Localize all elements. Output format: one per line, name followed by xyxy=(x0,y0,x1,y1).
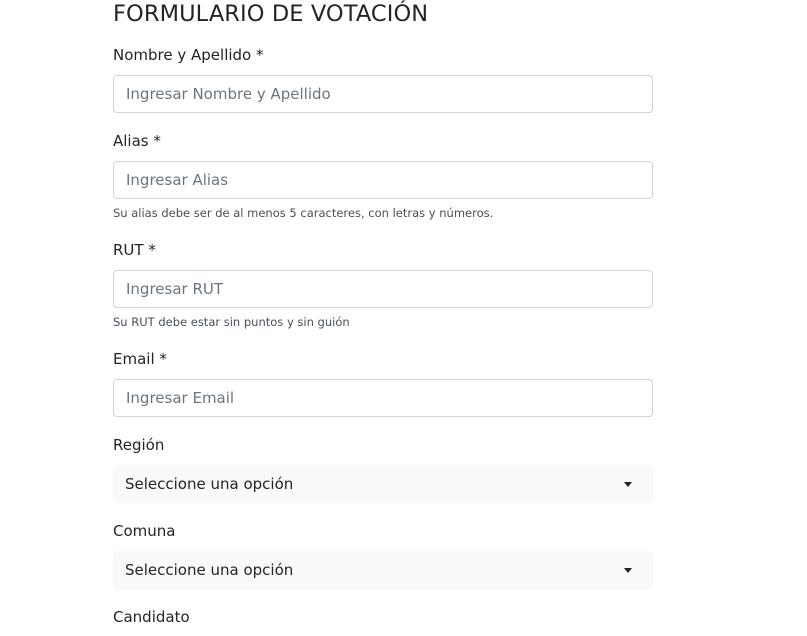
caret-down-icon xyxy=(624,567,632,573)
alias-label: Alias * xyxy=(113,132,161,150)
region-label: Región xyxy=(113,436,165,454)
alias-help-text: Su alias debe ser de al menos 5 caracter… xyxy=(113,206,494,220)
rut-help-text: Su RUT debe estar sin puntos y sin guión xyxy=(113,315,350,329)
email-input[interactable] xyxy=(113,379,653,417)
email-label: Email * xyxy=(113,350,167,368)
comuna-selected-value: Seleccione una opción xyxy=(125,561,294,579)
region-select[interactable]: Seleccione una opción xyxy=(113,465,653,503)
rut-input[interactable] xyxy=(113,270,653,308)
form-title: FORMULARIO DE VOTACIÓN xyxy=(113,1,429,27)
candidato-label: Candidato xyxy=(113,608,190,626)
comuna-label: Comuna xyxy=(113,522,176,540)
caret-down-icon xyxy=(624,481,632,487)
rut-label: RUT * xyxy=(113,241,156,259)
name-label: Nombre y Apellido * xyxy=(113,46,264,64)
name-input[interactable] xyxy=(113,75,653,113)
region-selected-value: Seleccione una opción xyxy=(125,475,294,493)
comuna-select[interactable]: Seleccione una opción xyxy=(113,551,653,589)
alias-input[interactable] xyxy=(113,161,653,199)
